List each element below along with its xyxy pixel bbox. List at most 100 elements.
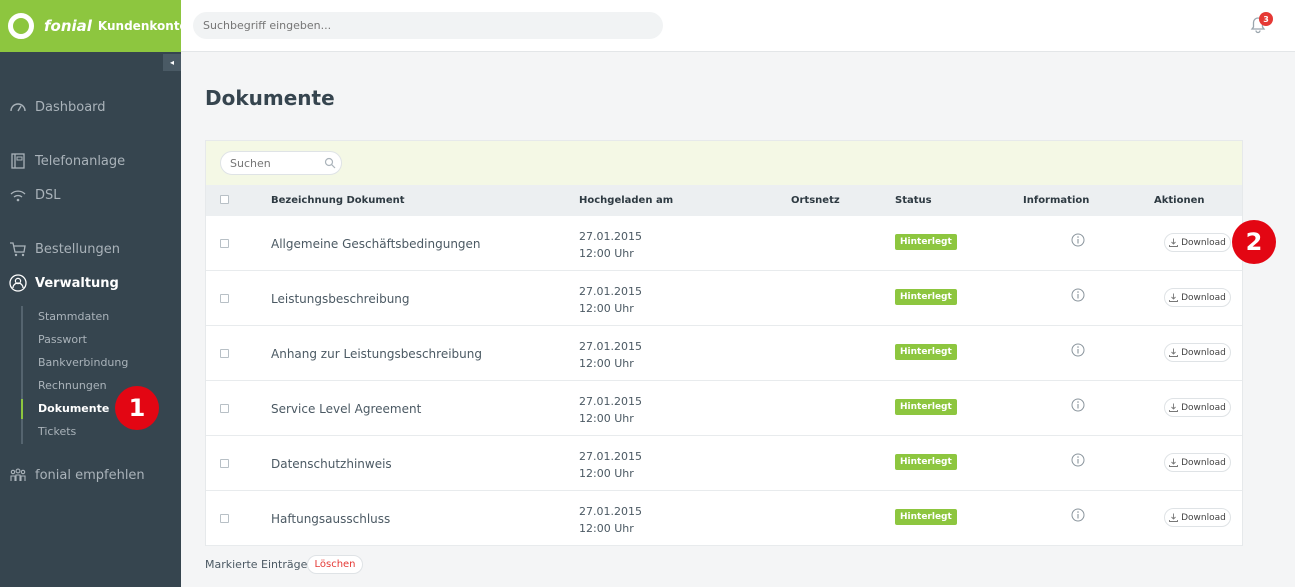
sidebar-subitem-dokumente[interactable]: Dokumente bbox=[38, 402, 109, 415]
upload-date: 27.01.2015 12:00 Uhr bbox=[579, 338, 642, 372]
sidebar-subitem-rechnungen[interactable]: Rechnungen bbox=[38, 379, 107, 392]
sidebar-item-bestellungen[interactable]: Bestellungen bbox=[0, 239, 181, 259]
sidebar-item-label: Verwaltung bbox=[35, 275, 119, 291]
download-button[interactable]: Download bbox=[1164, 398, 1231, 417]
people-icon bbox=[8, 466, 28, 484]
global-search-input[interactable] bbox=[193, 12, 663, 39]
column-header-status[interactable]: Status bbox=[895, 195, 932, 206]
date-value: 27.01.2015 bbox=[579, 230, 642, 243]
upload-date: 27.01.2015 12:00 Uhr bbox=[579, 283, 642, 317]
table-row: Allgemeine Geschäftsbedingungen 27.01.20… bbox=[206, 216, 1242, 271]
info-icon[interactable] bbox=[1071, 288, 1085, 302]
filter-bar bbox=[206, 141, 1242, 185]
column-header-ortsnetz[interactable]: Ortsnetz bbox=[791, 195, 840, 206]
download-label: Download bbox=[1181, 512, 1226, 523]
download-icon bbox=[1169, 293, 1179, 302]
sidebar-item-label: Telefonanlage bbox=[35, 153, 126, 169]
document-name[interactable]: Allgemeine Geschäftsbedingungen bbox=[271, 237, 481, 251]
cart-icon bbox=[8, 240, 28, 258]
document-name[interactable]: Service Level Agreement bbox=[271, 402, 421, 416]
sidebar-item-verwaltung[interactable]: Verwaltung bbox=[0, 273, 181, 293]
download-button[interactable]: Download bbox=[1164, 453, 1231, 472]
time-value: 12:00 Uhr bbox=[579, 247, 634, 260]
time-value: 12:00 Uhr bbox=[579, 302, 634, 315]
time-value: 12:00 Uhr bbox=[579, 522, 634, 535]
date-value: 27.01.2015 bbox=[579, 505, 642, 518]
collapse-sidebar-button[interactable]: ◂ bbox=[163, 54, 181, 71]
document-name[interactable]: Haftungsausschluss bbox=[271, 512, 390, 526]
download-button[interactable]: Download bbox=[1164, 288, 1231, 307]
sidebar-subitem-passwort[interactable]: Passwort bbox=[38, 333, 87, 346]
document-name[interactable]: Anhang zur Leistungsbeschreibung bbox=[271, 347, 482, 361]
sidebar-item-dashboard[interactable]: Dashboard bbox=[0, 97, 181, 117]
date-value: 27.01.2015 bbox=[579, 395, 642, 408]
submenu-line bbox=[21, 306, 23, 444]
delete-button[interactable]: Löschen bbox=[307, 555, 363, 574]
download-button[interactable]: Download bbox=[1164, 343, 1231, 362]
download-button[interactable]: Download bbox=[1164, 508, 1231, 527]
document-name[interactable]: Leistungsbeschreibung bbox=[271, 292, 410, 306]
submenu-active-indicator bbox=[21, 399, 23, 419]
status-badge: Hinterlegt bbox=[895, 289, 957, 305]
row-checkbox[interactable] bbox=[220, 514, 229, 523]
column-header-bezeichnung[interactable]: Bezeichnung Dokument bbox=[271, 195, 405, 206]
table-row: Haftungsausschluss 27.01.2015 12:00 Uhr H… bbox=[206, 491, 1242, 546]
notification-badge: 3 bbox=[1259, 12, 1273, 26]
time-value: 12:00 Uhr bbox=[579, 467, 634, 480]
download-icon bbox=[1169, 403, 1179, 412]
speedometer-icon bbox=[8, 98, 28, 116]
status-badge: Hinterlegt bbox=[895, 454, 957, 470]
sidebar-item-label: DSL bbox=[35, 187, 61, 203]
info-icon[interactable] bbox=[1071, 343, 1085, 357]
sidebar bbox=[0, 0, 181, 587]
brand-subtitle: Kundenkonto bbox=[97, 19, 188, 33]
row-checkbox[interactable] bbox=[220, 294, 229, 303]
wifi-icon bbox=[8, 186, 28, 204]
sidebar-item-dsl[interactable]: DSL bbox=[0, 185, 181, 205]
status-badge: Hinterlegt bbox=[895, 344, 957, 360]
download-icon bbox=[1169, 513, 1179, 522]
status-badge: Hinterlegt bbox=[895, 234, 957, 250]
download-button[interactable]: Download bbox=[1164, 233, 1231, 252]
page-title: Dokumente bbox=[205, 86, 335, 110]
date-value: 27.01.2015 bbox=[579, 450, 642, 463]
date-value: 27.01.2015 bbox=[579, 285, 642, 298]
upload-date: 27.01.2015 12:00 Uhr bbox=[579, 448, 642, 482]
marked-entries-label: Markierte Einträge bbox=[205, 558, 308, 571]
sidebar-item-label: fonial empfehlen bbox=[35, 467, 145, 483]
download-label: Download bbox=[1181, 292, 1226, 303]
upload-date: 27.01.2015 12:00 Uhr bbox=[579, 393, 642, 427]
select-all-checkbox[interactable] bbox=[220, 195, 229, 204]
row-checkbox[interactable] bbox=[220, 239, 229, 248]
info-icon[interactable] bbox=[1071, 233, 1085, 247]
brand-header[interactable]: fonial Kundenkonto bbox=[0, 0, 188, 52]
table-row: Datenschutzhinweis 27.01.2015 12:00 Uhr H… bbox=[206, 436, 1242, 491]
sidebar-item-fonial-empfehlen[interactable]: fonial empfehlen bbox=[0, 465, 181, 485]
upload-date: 27.01.2015 12:00 Uhr bbox=[579, 228, 642, 262]
table-row: Service Level Agreement 27.01.2015 12:00 … bbox=[206, 381, 1242, 436]
time-value: 12:00 Uhr bbox=[579, 357, 634, 370]
user-icon bbox=[8, 274, 28, 292]
sidebar-item-telefonanlage[interactable]: Telefonanlage bbox=[0, 151, 181, 171]
download-icon bbox=[1169, 348, 1179, 357]
document-name[interactable]: Datenschutzhinweis bbox=[271, 457, 392, 471]
row-checkbox[interactable] bbox=[220, 459, 229, 468]
phone-icon bbox=[8, 152, 28, 170]
info-icon[interactable] bbox=[1071, 508, 1085, 522]
info-icon[interactable] bbox=[1071, 453, 1085, 467]
column-header-hochgeladen[interactable]: Hochgeladen am bbox=[579, 195, 673, 206]
sidebar-subitem-bankverbindung[interactable]: Bankverbindung bbox=[38, 356, 128, 369]
sidebar-subitem-tickets[interactable]: Tickets bbox=[38, 425, 76, 438]
status-badge: Hinterlegt bbox=[895, 509, 957, 525]
info-icon[interactable] bbox=[1071, 398, 1085, 412]
annotation-marker-1: 1 bbox=[115, 386, 159, 430]
row-checkbox[interactable] bbox=[220, 349, 229, 358]
download-icon bbox=[1169, 458, 1179, 467]
upload-date: 27.01.2015 12:00 Uhr bbox=[579, 503, 642, 537]
sidebar-item-label: Dashboard bbox=[35, 99, 106, 115]
documents-card: Bezeichnung Dokument Hochgeladen am Orts… bbox=[205, 140, 1243, 546]
row-checkbox[interactable] bbox=[220, 404, 229, 413]
top-bar: 3 bbox=[181, 0, 1295, 52]
table-row: Leistungsbeschreibung 27.01.2015 12:00 Uh… bbox=[206, 271, 1242, 326]
sidebar-subitem-stammdaten[interactable]: Stammdaten bbox=[38, 310, 109, 323]
